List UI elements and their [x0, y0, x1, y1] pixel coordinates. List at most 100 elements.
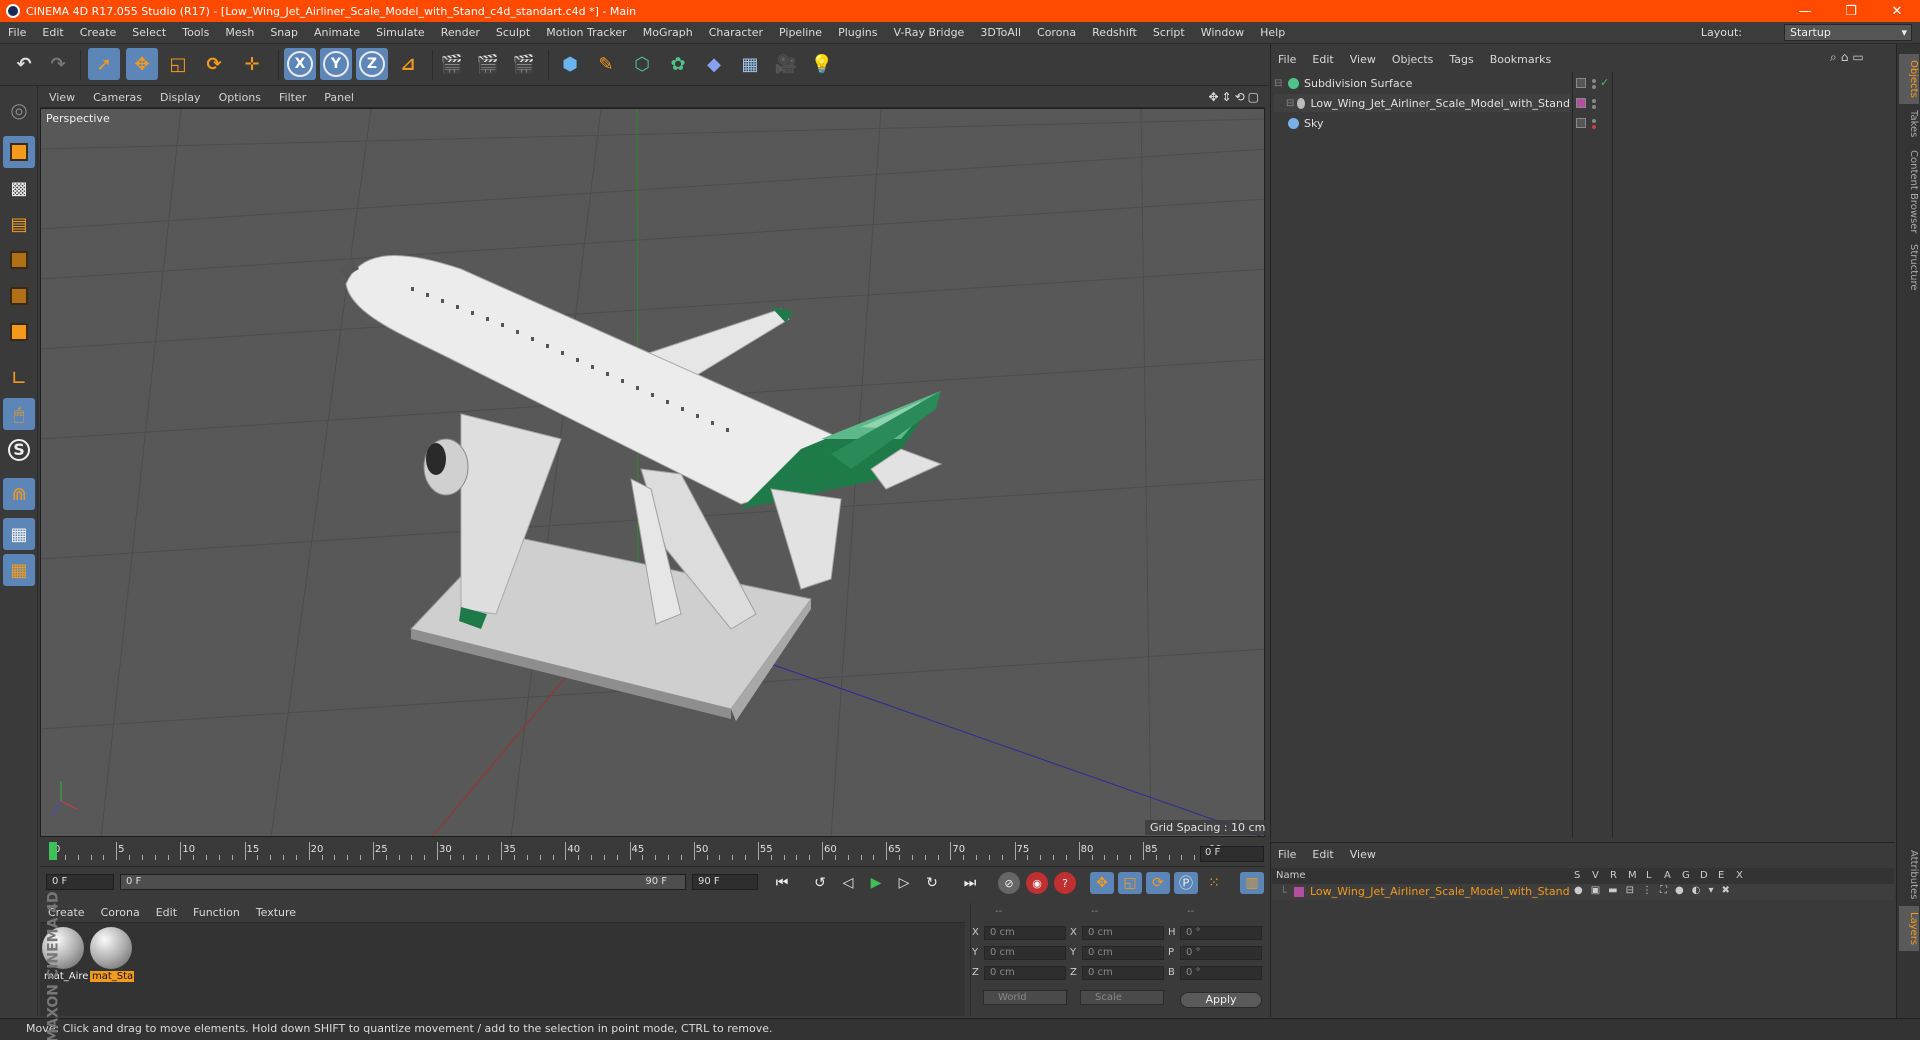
object-layer-tag[interactable] — [1576, 78, 1586, 88]
current-frame-marker[interactable] — [49, 842, 57, 860]
editor-visibility-dot[interactable] — [1592, 79, 1596, 83]
key-scale-button[interactable]: ◱ — [1118, 872, 1142, 894]
material-swatch[interactable]: mat_Sta — [90, 927, 134, 982]
menu-create[interactable]: Create — [72, 26, 125, 39]
menu-tools[interactable]: Tools — [174, 26, 217, 39]
x-axis-lock-button[interactable]: X — [284, 48, 316, 80]
material-menu-function[interactable]: Function — [185, 906, 248, 919]
move-tool-button[interactable]: ✥ — [126, 48, 158, 80]
viewport-menu-filter[interactable]: Filter — [270, 91, 315, 104]
planar-workplane-button[interactable]: ▦ — [3, 554, 35, 586]
object-name[interactable]: Subdivision Surface — [1304, 77, 1412, 90]
layer-color-swatch[interactable] — [1294, 887, 1304, 897]
menu-corona[interactable]: Corona — [1029, 26, 1084, 39]
coordinate-system-button[interactable]: ⊿ — [392, 48, 424, 80]
add-deformer-button[interactable]: ◆ — [698, 48, 730, 80]
editor-visibility-dot[interactable] — [1592, 119, 1596, 123]
object-menu-edit[interactable]: Edit — [1304, 53, 1341, 66]
layout-select[interactable]: Startup ▾ — [1784, 24, 1912, 41]
add-array-button[interactable]: ✿ — [662, 48, 694, 80]
apply-button[interactable]: Apply — [1180, 992, 1262, 1008]
material-menu-texture[interactable]: Texture — [248, 906, 304, 919]
viewport-menu-cameras[interactable]: Cameras — [84, 91, 151, 104]
viewport-menu-panel[interactable]: Panel — [315, 91, 363, 104]
next-frame-button[interactable]: ▷ — [892, 872, 916, 894]
workplane-mode-button[interactable]: ▤ — [3, 208, 35, 240]
object-menu-view[interactable]: View — [1342, 53, 1384, 66]
menu-v-ray-bridge[interactable]: V-Ray Bridge — [885, 26, 972, 39]
menu-animate[interactable]: Animate — [306, 26, 368, 39]
lock-workplane-button[interactable]: ▦ — [3, 518, 35, 550]
live-selection-button[interactable]: ➚ — [88, 48, 120, 80]
prev-frame-button[interactable]: ◁ — [836, 872, 860, 894]
menu-pipeline[interactable]: Pipeline — [771, 26, 830, 39]
perspective-viewport[interactable] — [40, 108, 1265, 837]
add-light-button[interactable]: 💡 — [806, 48, 838, 80]
menu-plugins[interactable]: Plugins — [830, 26, 885, 39]
coord-size-field[interactable]: 0 cm — [1082, 966, 1164, 980]
menu-snap[interactable]: Snap — [262, 26, 306, 39]
layer-menu-view[interactable]: View — [1342, 848, 1384, 861]
viewport-menu-view[interactable]: View — [40, 91, 84, 104]
search-icon[interactable]: ⌕ — [1830, 50, 1841, 64]
goto-end-button[interactable]: ⏭ — [958, 872, 982, 894]
menu-redshift[interactable]: Redshift — [1084, 26, 1145, 39]
object-tree-row[interactable]: ⊟ Low_Wing_Jet_Airliner_Scale_Model_with_… — [1274, 94, 1570, 112]
coordinate-space-select[interactable]: World — [983, 990, 1067, 1005]
home-icon[interactable]: ⌂ — [1841, 50, 1853, 64]
coord-size-field[interactable]: 0 cm — [1082, 926, 1164, 940]
object-menu-file[interactable]: File — [1270, 53, 1304, 66]
coord-position-field[interactable]: 0 cm — [984, 946, 1066, 960]
layer-menu-edit[interactable]: Edit — [1304, 848, 1341, 861]
tab-layers[interactable]: Layers — [1899, 906, 1919, 952]
layer-row[interactable]: └ Low_Wing_Jet_Airliner_Scale_Model_with… — [1272, 884, 1894, 900]
layer-menu-file[interactable]: File — [1270, 848, 1304, 861]
motion-record-button[interactable]: ⊘ — [998, 872, 1020, 894]
new-window-icon[interactable]: ▭ — [1852, 50, 1867, 64]
enabled-check-icon[interactable]: ✓ — [1600, 76, 1609, 89]
scale-tool-button[interactable]: ◱ — [162, 48, 194, 80]
menu-help[interactable]: Help — [1252, 26, 1293, 39]
object-name[interactable]: Sky — [1304, 117, 1323, 130]
close-button[interactable]: ✕ — [1874, 0, 1920, 22]
menu-file[interactable]: File — [0, 26, 34, 39]
menu-3dtoall[interactable]: 3DToAll — [972, 26, 1029, 39]
menu-simulate[interactable]: Simulate — [368, 26, 433, 39]
object-layer-tag[interactable] — [1576, 98, 1586, 108]
key-pla-button[interactable]: ⁙ — [1202, 872, 1226, 894]
coordinate-mode-select[interactable]: Scale — [1080, 990, 1164, 1005]
object-layer-tag[interactable] — [1576, 118, 1586, 128]
enable-axis-button[interactable]: ∟ — [3, 362, 35, 394]
minimize-button[interactable]: — — [1782, 0, 1828, 22]
add-floor-button[interactable]: ▦ — [734, 48, 766, 80]
render-to-picture-viewer-button[interactable]: 🎬 — [472, 48, 504, 80]
model-mode-button[interactable] — [3, 136, 35, 168]
menu-mograph[interactable]: MoGraph — [635, 26, 701, 39]
polygons-mode-button[interactable] — [3, 316, 35, 348]
autokey-button[interactable]: ? — [1054, 872, 1076, 894]
texture-mode-button[interactable]: ▩ — [3, 172, 35, 204]
coord-size-field[interactable]: 0 cm — [1082, 946, 1164, 960]
timeline-ruler[interactable]: 051015202530354045505560657075808590 — [40, 840, 1265, 864]
z-axis-lock-button[interactable]: Z — [356, 48, 388, 80]
object-menu-bookmarks[interactable]: Bookmarks — [1482, 53, 1559, 66]
menu-mesh[interactable]: Mesh — [217, 26, 262, 39]
material-menu-edit[interactable]: Edit — [148, 906, 185, 919]
menu-character[interactable]: Character — [701, 26, 771, 39]
object-tree-row[interactable]: Sky — [1274, 114, 1570, 132]
edges-mode-button[interactable] — [3, 280, 35, 312]
tab-attributes[interactable]: Attributes — [1899, 844, 1919, 905]
object-tree-row[interactable]: ⊟ Subdivision Surface — [1274, 74, 1570, 92]
menu-select[interactable]: Select — [124, 26, 174, 39]
menu-sculpt[interactable]: Sculpt — [488, 26, 538, 39]
prev-key-button[interactable]: ↺ — [808, 872, 832, 894]
frame-range-slider[interactable]: 0 F 90 F — [120, 874, 686, 890]
menu-script[interactable]: Script — [1145, 26, 1193, 39]
end-frame-field[interactable]: 90 F — [692, 874, 758, 890]
render-settings-button[interactable]: 🎬 — [508, 48, 540, 80]
viewport-menu-options[interactable]: Options — [210, 91, 270, 104]
add-spline-button[interactable]: ✎ — [590, 48, 622, 80]
coord-position-field[interactable]: 0 cm — [984, 926, 1066, 940]
add-cube-button[interactable]: ⬢ — [554, 48, 586, 80]
material-menu-corona[interactable]: Corona — [93, 906, 148, 919]
